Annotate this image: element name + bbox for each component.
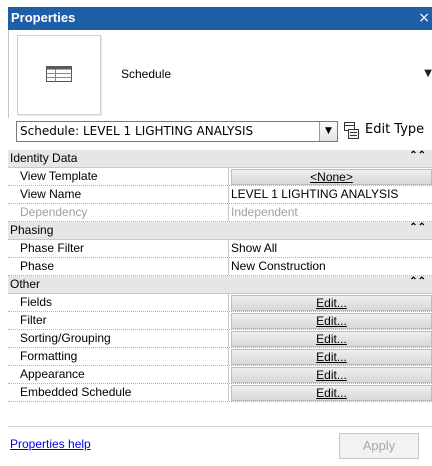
- edit-label: Edit...: [316, 368, 347, 382]
- edit-label: Edit...: [316, 332, 347, 346]
- schedule-table-icon: [46, 66, 72, 82]
- prop-name: Sorting/Grouping: [20, 331, 111, 345]
- view-name-field[interactable]: LEVEL 1 LIGHTING ANALYSIS: [228, 186, 432, 203]
- sorting-edit-button[interactable]: Edit...: [231, 331, 432, 347]
- phase-filter-value: Show All: [231, 241, 278, 255]
- prop-row-phase-filter: Phase Filter Show All: [8, 240, 432, 258]
- prop-name: Embedded Schedule: [20, 385, 132, 399]
- collapse-icon[interactable]: ⌃⌃: [409, 222, 426, 233]
- collapse-icon[interactable]: ⌃⌃: [409, 276, 426, 287]
- dependency-value: Independent: [231, 205, 298, 219]
- type-thumbnail: [17, 35, 101, 115]
- instance-dropdown[interactable]: Schedule: LEVEL 1 LIGHTING ANALYSIS ▼: [16, 121, 338, 142]
- appearance-edit-button[interactable]: Edit...: [231, 367, 432, 383]
- type-name: Schedule: [121, 67, 172, 81]
- phase-value: New Construction: [231, 259, 326, 273]
- prop-row-fields: Fields Edit...: [8, 294, 432, 312]
- prop-name: Phase: [20, 259, 55, 273]
- embedded-schedule-edit-button[interactable]: Edit...: [231, 385, 432, 401]
- group-phasing[interactable]: Phasing ⌃⌃: [8, 222, 432, 240]
- title-bar: Properties ×: [8, 7, 432, 30]
- group-label: Identity Data: [10, 151, 78, 165]
- prop-name: Dependency: [20, 205, 88, 219]
- apply-button: Apply: [339, 433, 419, 459]
- type-selector[interactable]: Schedule ▼: [8, 30, 432, 118]
- instance-value: Schedule: LEVEL 1 LIGHTING ANALYSIS: [20, 124, 254, 138]
- group-label: Phasing: [10, 223, 54, 237]
- group-identity-data[interactable]: Identity Data ⌃⌃: [8, 150, 432, 168]
- prop-value-cell: Edit...: [228, 330, 432, 347]
- formatting-edit-button[interactable]: Edit...: [231, 349, 432, 365]
- edit-label: Edit...: [316, 386, 347, 400]
- view-template-value: <None>: [310, 170, 353, 184]
- prop-value-cell: Edit...: [228, 366, 432, 383]
- collapse-icon[interactable]: ⌃⌃: [409, 150, 426, 161]
- prop-row-phase: Phase New Construction: [8, 258, 432, 276]
- prop-name: Formatting: [20, 349, 78, 363]
- prop-row-dependency: Dependency Independent: [8, 204, 432, 222]
- prop-name: Phase Filter: [20, 241, 85, 255]
- phase-field[interactable]: New Construction: [228, 258, 432, 275]
- prop-name: Filter: [20, 313, 47, 327]
- prop-value-cell: Edit...: [228, 294, 432, 311]
- phase-filter-field[interactable]: Show All: [228, 240, 432, 257]
- property-grid: Identity Data ⌃⌃ View Template <None> Vi…: [8, 150, 432, 402]
- prop-row-view-template: View Template <None>: [8, 168, 432, 186]
- edit-label: Edit...: [316, 296, 347, 310]
- instance-row: Schedule: LEVEL 1 LIGHTING ANALYSIS ▼ Ed…: [8, 118, 432, 146]
- prop-row-view-name: View Name LEVEL 1 LIGHTING ANALYSIS: [8, 186, 432, 204]
- edit-type-icon: [344, 122, 359, 139]
- group-other[interactable]: Other ⌃⌃: [8, 276, 432, 294]
- edit-label: Edit...: [316, 314, 347, 328]
- prop-name: View Name: [20, 187, 82, 201]
- prop-row-embedded-schedule: Embedded Schedule Edit...: [8, 384, 432, 402]
- view-name-value: LEVEL 1 LIGHTING ANALYSIS: [231, 187, 399, 201]
- prop-value-cell: <None>: [228, 168, 432, 185]
- prop-row-filter: Filter Edit...: [8, 312, 432, 330]
- view-template-button[interactable]: <None>: [231, 169, 432, 185]
- properties-help-link[interactable]: Properties help: [10, 437, 91, 451]
- window-title: Properties: [11, 10, 76, 25]
- edit-label: Edit...: [316, 350, 347, 364]
- prop-value-cell: Edit...: [228, 312, 432, 329]
- filter-edit-button[interactable]: Edit...: [231, 313, 432, 329]
- group-label: Other: [10, 277, 41, 291]
- footer: Properties help Apply: [8, 426, 432, 466]
- close-icon[interactable]: ×: [418, 9, 430, 27]
- prop-value-cell: Edit...: [228, 348, 432, 365]
- prop-name: View Template: [20, 169, 98, 183]
- dropdown-arrow-icon[interactable]: ▼: [319, 122, 337, 141]
- prop-row-sorting-grouping: Sorting/Grouping Edit...: [8, 330, 432, 348]
- chevron-down-icon[interactable]: ▼: [424, 68, 432, 79]
- prop-name: Appearance: [20, 367, 85, 381]
- prop-value-cell: Independent: [228, 204, 432, 221]
- edit-type-label: Edit Type: [365, 122, 425, 137]
- edit-type-button[interactable]: Edit Type: [344, 120, 432, 142]
- prop-name: Fields: [20, 295, 53, 309]
- prop-row-formatting: Formatting Edit...: [8, 348, 432, 366]
- fields-edit-button[interactable]: Edit...: [231, 295, 432, 311]
- prop-row-appearance: Appearance Edit...: [8, 366, 432, 384]
- prop-value-cell: Edit...: [228, 384, 432, 401]
